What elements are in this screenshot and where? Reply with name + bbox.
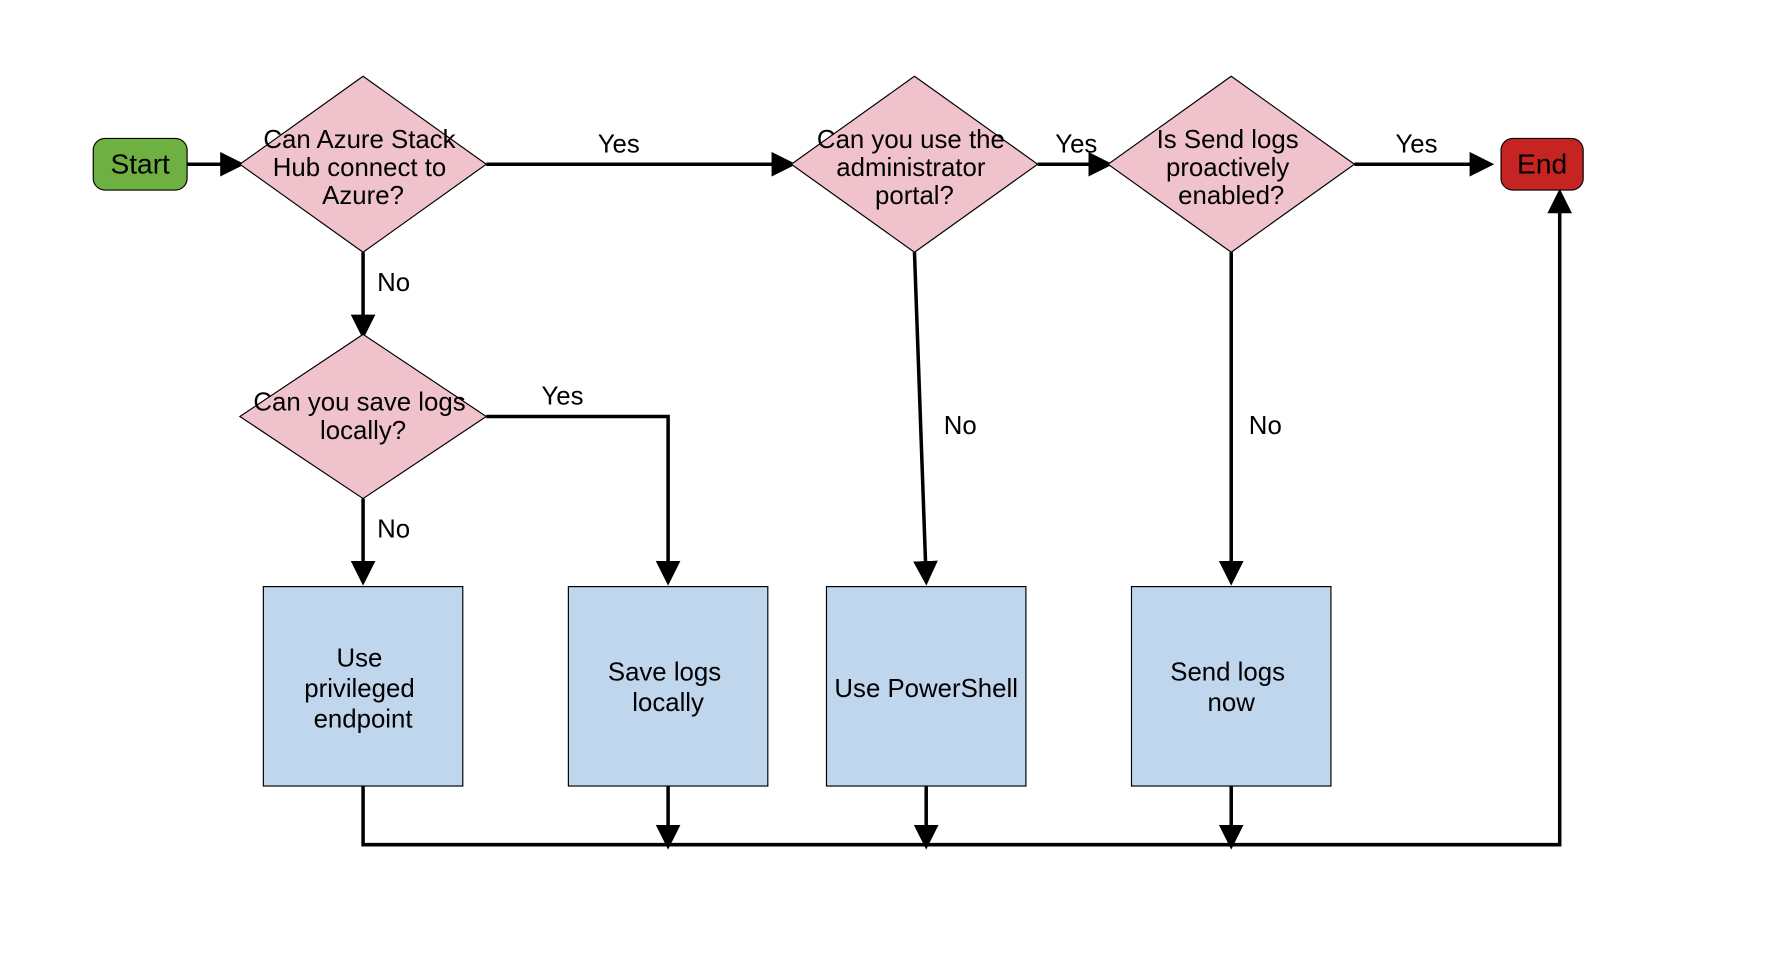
edge-d2-p3-label: No — [944, 412, 977, 440]
edge-d3-p4-label: No — [1249, 412, 1282, 440]
process-use-powershell-text: Use PowerShell — [834, 675, 1018, 703]
edge-d2-d3-label: Yes — [1055, 131, 1097, 159]
edge-d1-d2-label: Yes — [598, 131, 640, 159]
edge-d4-p2 — [486, 416, 668, 580]
edge-d2-p3 — [914, 252, 926, 580]
edge-d4-p1-label: No — [377, 515, 410, 543]
edge-d3-end-label: Yes — [1395, 131, 1437, 159]
node-start-label: Start — [110, 149, 170, 180]
decision-send-logs-enabled-text: Is Send logs proactively enabled? — [1157, 126, 1306, 210]
edge-d1-d4-label: No — [377, 269, 410, 297]
flowchart: Yes Yes Yes No No Yes No No Start End Ca… — [0, 0, 1782, 962]
node-end-label: End — [1517, 149, 1567, 180]
edge-d4-p2-label: Yes — [541, 383, 583, 411]
